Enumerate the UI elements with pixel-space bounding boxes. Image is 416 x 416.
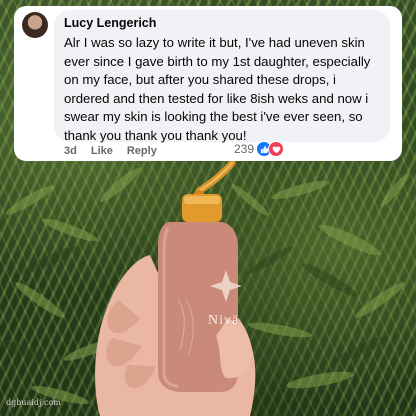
comment-card: Lucy Lengerich Alr I was so lazy to writ… <box>14 6 402 161</box>
like-button[interactable]: Like <box>91 145 113 157</box>
comment-timestamp[interactable]: 3d <box>64 145 77 157</box>
watermark: dgbuaidj.com <box>6 398 61 407</box>
reply-button[interactable]: Reply <box>127 145 157 157</box>
product-brand-label: Nivä <box>208 313 240 328</box>
comment-text: Alr I was so lazy to write it but, I've … <box>64 35 371 143</box>
avatar[interactable] <box>22 12 48 38</box>
reaction-summary[interactable]: 239 <box>234 140 285 158</box>
love-icon <box>268 141 285 157</box>
dropper-illustration <box>194 159 236 198</box>
comment-bubble: Lucy Lengerich Alr I was so lazy to writ… <box>54 10 390 143</box>
reaction-count: 239 <box>234 142 255 156</box>
comment-author[interactable]: Lucy Lengerich <box>64 16 380 31</box>
comment-actions: 3d Like Reply <box>64 143 171 159</box>
